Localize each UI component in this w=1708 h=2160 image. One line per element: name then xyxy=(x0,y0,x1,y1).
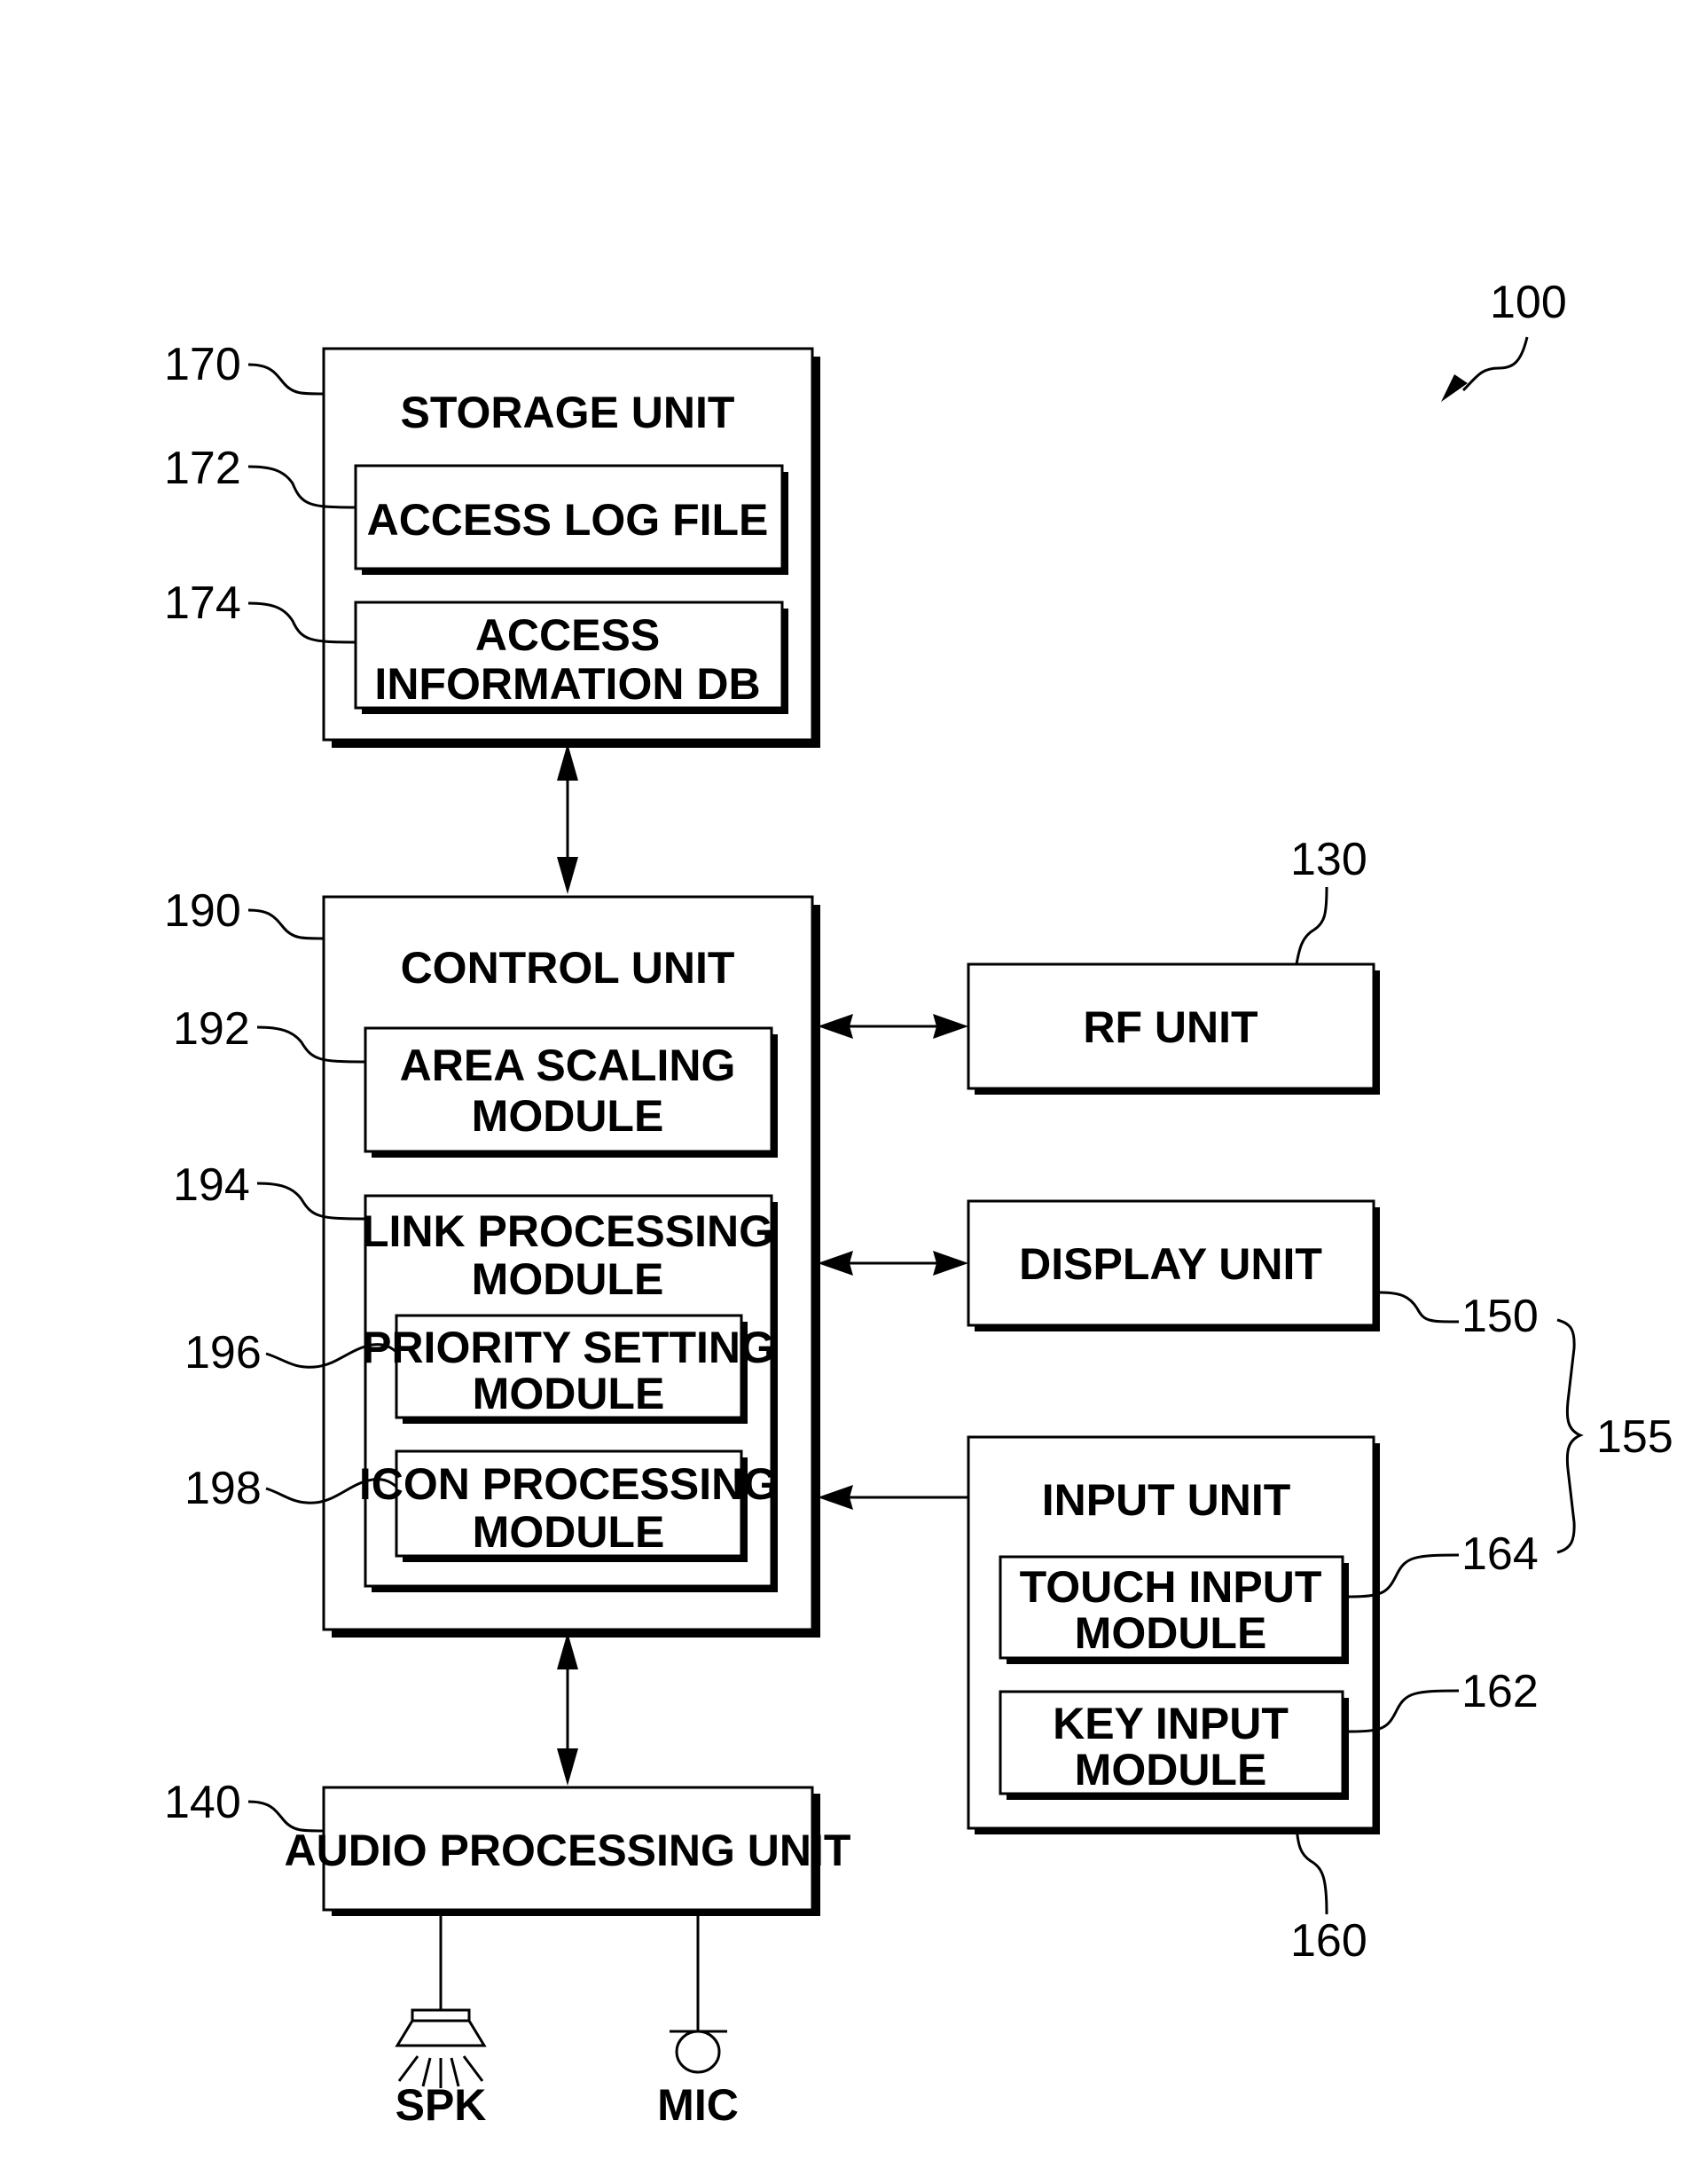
audio-processing-unit-block: AUDIO PROCESSING UNIT xyxy=(285,1786,851,1916)
figure-ref-leader xyxy=(1461,336,1529,392)
ref-198: 198 xyxy=(184,1463,262,1514)
storage-unit-title: STORAGE UNIT xyxy=(401,388,735,437)
ref-174: 174 xyxy=(164,577,241,629)
ref-155: 155 xyxy=(1596,1411,1673,1463)
touch-input-module-block: TOUCH INPUT MODULE xyxy=(999,1555,1349,1664)
ref-164: 164 xyxy=(1461,1528,1539,1580)
key-input-module-line-1: KEY INPUT xyxy=(1053,1699,1289,1748)
display-unit-block: DISPLAY UNIT xyxy=(967,1199,1380,1331)
group-brace-155 xyxy=(1556,1318,1584,1554)
leader-160 xyxy=(1295,1827,1328,1915)
access-log-file-block: ACCESS LOG FILE xyxy=(354,464,788,575)
leader-130 xyxy=(1295,886,1328,965)
connector-control-display xyxy=(818,1251,968,1276)
ref-150: 150 xyxy=(1461,1291,1539,1342)
ref-160: 160 xyxy=(1290,1915,1367,1967)
ref-172: 172 xyxy=(164,443,241,494)
link-processing-module-line-1: LINK PROCESSING xyxy=(362,1206,773,1256)
icon-processing-module-line-2: MODULE xyxy=(473,1507,665,1557)
rf-unit-block: RF UNIT xyxy=(967,962,1380,1095)
leader-190 xyxy=(247,908,325,940)
area-scaling-module-block: AREA SCALING MODULE xyxy=(364,1026,778,1158)
access-information-db-line-1: ACCESS xyxy=(475,610,660,660)
priority-setting-module-line-2: MODULE xyxy=(473,1369,665,1418)
access-information-db-line-2: INFORMATION DB xyxy=(374,659,760,709)
leader-150 xyxy=(1379,1291,1460,1323)
display-unit-label: DISPLAY UNIT xyxy=(1019,1239,1322,1289)
control-unit-title: CONTROL UNIT xyxy=(401,943,735,993)
priority-setting-module-line-1: PRIORITY SETTING xyxy=(362,1323,775,1372)
ref-162: 162 xyxy=(1461,1666,1539,1717)
area-scaling-module-line-1: AREA SCALING xyxy=(400,1041,736,1090)
leader-170 xyxy=(247,363,325,396)
icon-processing-module-line-1: ICON PROCESSING xyxy=(359,1459,778,1509)
audio-processing-unit-label: AUDIO PROCESSING UNIT xyxy=(285,1826,851,1875)
microphone-label: MIC xyxy=(657,2080,739,2130)
ref-130: 130 xyxy=(1290,834,1367,885)
ref-196: 196 xyxy=(184,1327,262,1378)
key-input-module-block: KEY INPUT MODULE xyxy=(999,1690,1349,1800)
input-unit-title: INPUT UNIT xyxy=(1042,1475,1291,1525)
ref-194: 194 xyxy=(173,1159,250,1211)
icon-processing-module-block: ICON PROCESSING MODULE xyxy=(359,1449,778,1562)
connector-storage-control xyxy=(557,743,578,894)
figure-ref-label: 100 xyxy=(1490,277,1567,328)
ref-170: 170 xyxy=(164,339,241,390)
speaker-label: SPK xyxy=(396,2080,487,2130)
connector-input-control xyxy=(818,1485,968,1510)
ref-192: 192 xyxy=(173,1003,250,1055)
key-input-module-line-2: MODULE xyxy=(1075,1745,1267,1795)
block-diagram: 100 STORAGE UNIT 170 ACCESS LOG FILE 172… xyxy=(164,277,1673,2130)
ref-140: 140 xyxy=(164,1777,241,1828)
connector-control-audio xyxy=(557,1632,578,1786)
access-log-file-label: ACCESS LOG FILE xyxy=(367,495,769,545)
priority-setting-module-block: PRIORITY SETTING MODULE xyxy=(362,1314,775,1424)
link-processing-module-line-2: MODULE xyxy=(472,1254,664,1304)
area-scaling-module-line-2: MODULE xyxy=(472,1091,664,1141)
touch-input-module-line-1: TOUCH INPUT xyxy=(1020,1562,1322,1612)
access-information-db-block: ACCESS INFORMATION DB xyxy=(354,601,788,714)
touch-input-module-line-2: MODULE xyxy=(1075,1608,1267,1658)
rf-unit-label: RF UNIT xyxy=(1083,1002,1257,1052)
ref-190: 190 xyxy=(164,885,241,937)
speaker-icon xyxy=(395,2008,487,2088)
microphone-icon xyxy=(670,2030,727,2074)
connector-control-rf xyxy=(818,1014,968,1039)
